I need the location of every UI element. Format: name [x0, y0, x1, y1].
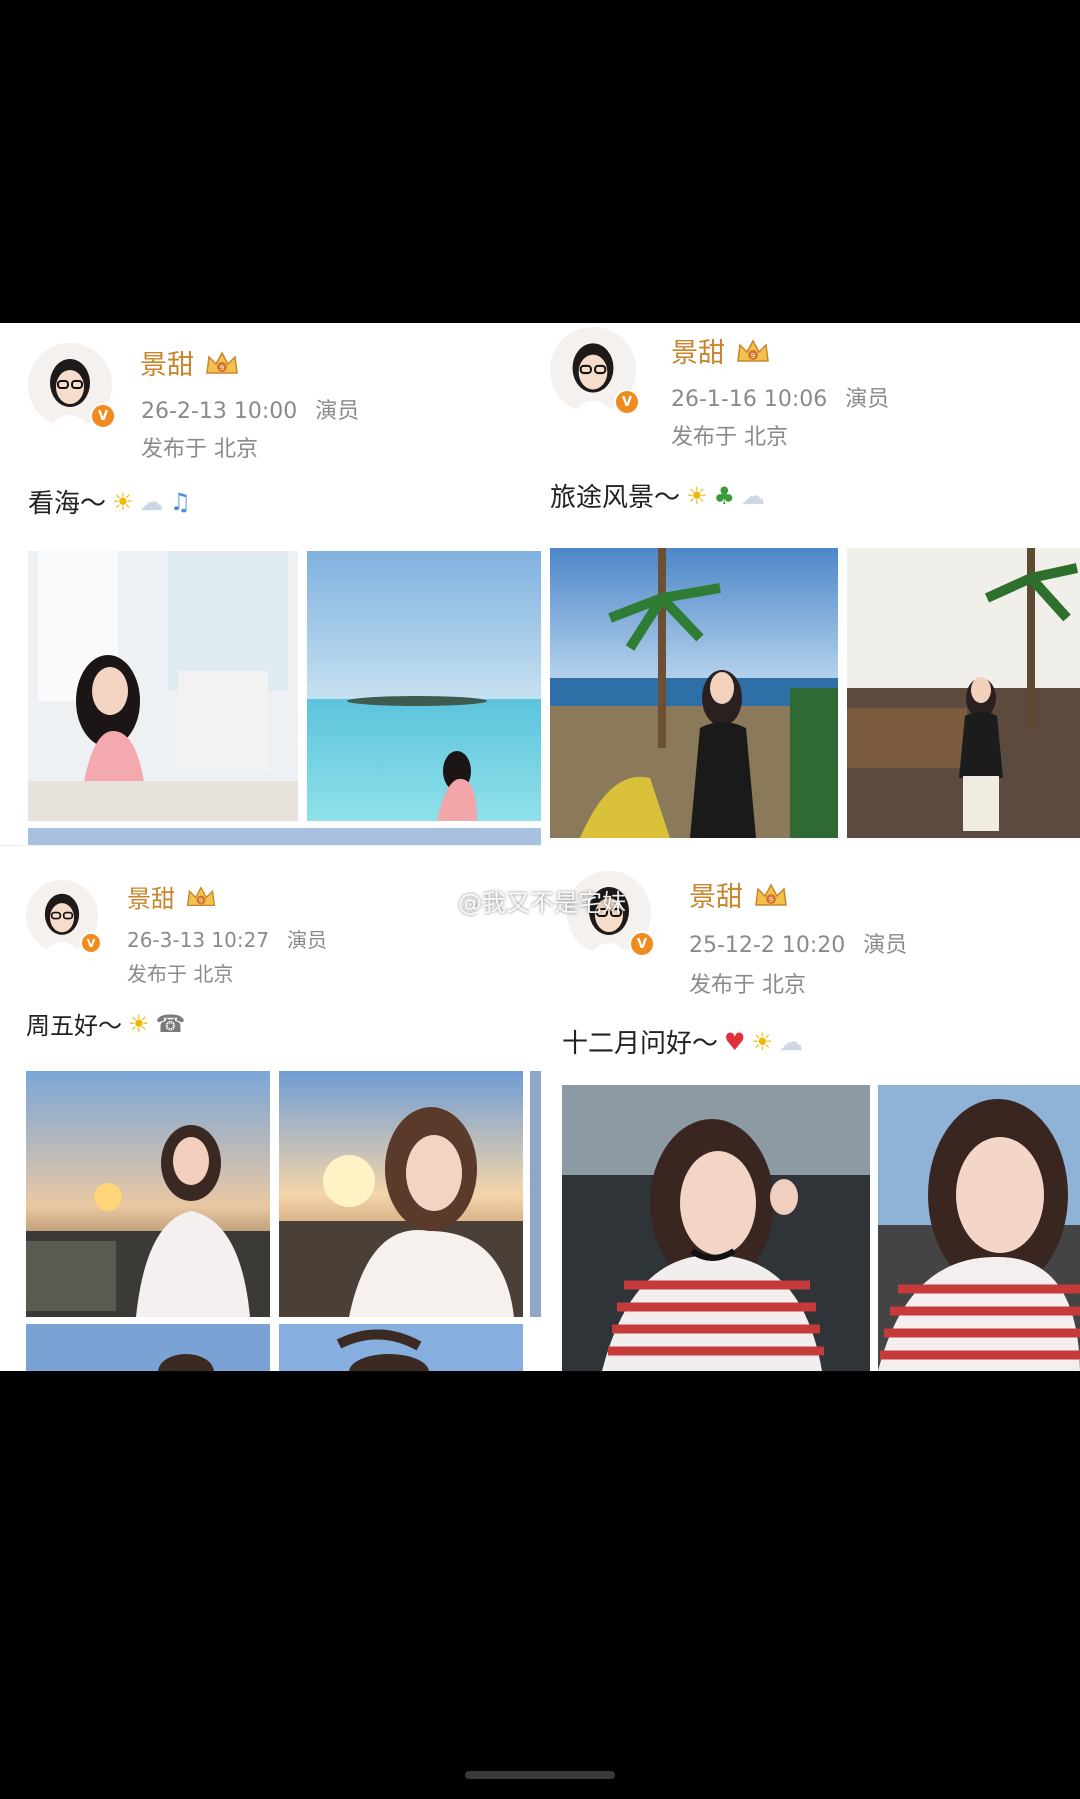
avatar[interactable]: V [550, 327, 640, 415]
post-location: 发布于 北京 [127, 962, 234, 986]
sun-emoji-icon: ☀ [751, 1027, 774, 1056]
post-photo[interactable] [307, 551, 541, 821]
username[interactable]: 景甜 9 [140, 343, 240, 382]
verified-badge-icon: V [80, 932, 102, 954]
post-meta: 25-12-2 10:20 演员 [689, 927, 907, 959]
crown-icon: 9 [755, 882, 787, 906]
sun-emoji-icon: ☀ [112, 487, 134, 516]
post-meta: 26-1-16 10:06 演员 [671, 381, 889, 413]
username-text: 景甜 [127, 885, 175, 913]
palm-tree-icon: ♣ [713, 481, 736, 510]
post-caption: 看海～ ☀ ☁ ♫ [28, 483, 191, 520]
cloud-emoji-icon: ☁ [139, 487, 164, 516]
phone-icon: ☎ [155, 1009, 186, 1038]
post-date: 25-12-2 10:20 [689, 933, 846, 958]
username[interactable]: 景甜 9 [689, 875, 789, 914]
post-photo[interactable] [878, 1085, 1080, 1371]
post-meta: 26-2-13 10:00 演员 [141, 393, 359, 425]
post-location: 发布于 北京 [141, 437, 258, 462]
post-photo[interactable] [26, 1071, 270, 1317]
post-photo[interactable] [279, 1071, 523, 1317]
post-meta: 26-3-13 10:27 演员 [127, 924, 327, 953]
caption-text: 周五好～ [26, 1012, 122, 1040]
post-photo[interactable] [26, 1324, 270, 1371]
svg-text:9: 9 [199, 898, 203, 905]
crown-icon: 9 [206, 350, 238, 374]
crown-icon: 9 [737, 338, 769, 362]
svg-text:9: 9 [751, 352, 755, 360]
post-caption: 旅途风景～ ☀ ♣ ☁ [550, 477, 765, 514]
crown-icon: 9 [186, 886, 216, 907]
post-photo-edge [530, 1071, 541, 1317]
home-indicator [465, 1771, 615, 1779]
weibo-post-4: V 景甜 9 25-12-2 10:20 演员 发布于 北京 十二月问好～ ♥ ☀… [541, 845, 1080, 1371]
verified-badge-icon: V [629, 931, 655, 957]
weibo-post-3: V 景甜 9 26-3-13 10:27 演员 发布于 北京 周五好～ ☀ ☎ [0, 845, 541, 1371]
cloud-emoji-icon: ☁ [741, 481, 766, 510]
weibo-logo-icon [419, 889, 451, 914]
post-location: 发布于 北京 [689, 973, 806, 998]
post-date: 26-1-16 10:06 [671, 387, 828, 412]
photo-row-edge [28, 828, 541, 845]
post-role: 演员 [315, 399, 360, 424]
post-role: 演员 [863, 933, 908, 958]
music-note-icon: ♫ [169, 487, 192, 516]
post-date: 26-2-13 10:00 [141, 399, 298, 424]
post-photo[interactable] [279, 1324, 523, 1371]
caption-text: 旅途风景～ [550, 483, 681, 513]
cloud-emoji-icon: ☁ [779, 1027, 804, 1056]
post-photo[interactable] [28, 551, 298, 821]
weibo-post-1: V 景甜 9 26-2-13 10:00 演员 发布于 北京 看海～ ☀ ☁ ♫ [0, 323, 541, 845]
weibo-watermark: @我又不是宅妹 [418, 883, 626, 918]
username-text: 景甜 [689, 882, 743, 913]
avatar[interactable]: V [28, 343, 116, 429]
post-photo[interactable] [550, 548, 838, 838]
weibo-post-2: V 景甜 9 26-1-16 10:06 演员 发布于 北京 旅途风景～ ☀ ♣ … [541, 323, 1080, 845]
sun-emoji-icon: ☀ [686, 481, 708, 510]
username-text: 景甜 [140, 350, 194, 381]
post-caption: 十二月问好～ ♥ ☀ ☁ [562, 1023, 803, 1060]
post-caption: 周五好～ ☀ ☎ [26, 1006, 185, 1041]
post-date: 26-3-13 10:27 [127, 928, 270, 952]
post-photo[interactable] [847, 548, 1080, 838]
username-text: 景甜 [671, 338, 725, 369]
post-photo[interactable] [562, 1085, 870, 1371]
post-role: 演员 [845, 387, 890, 412]
svg-text:9: 9 [769, 896, 773, 904]
weibo-collage: V 景甜 9 26-2-13 10:00 演员 发布于 北京 看海～ ☀ ☁ ♫ … [0, 323, 1080, 1371]
post-location: 发布于 北京 [671, 425, 788, 450]
caption-text: 看海～ [28, 489, 107, 519]
sun-emoji-icon: ☀ [128, 1009, 150, 1038]
username[interactable]: 景甜 9 [671, 331, 771, 370]
verified-badge-icon: V [90, 403, 116, 429]
watermark-text: @我又不是宅妹 [458, 889, 626, 917]
caption-text: 十二月问好～ [562, 1029, 719, 1059]
heart-emoji-icon: ♥ [724, 1027, 746, 1056]
verified-badge-icon: V [614, 389, 640, 415]
svg-text:9: 9 [220, 364, 224, 372]
username[interactable]: 景甜 9 [127, 879, 217, 914]
post-role: 演员 [287, 928, 328, 952]
avatar[interactable]: V [26, 880, 102, 954]
